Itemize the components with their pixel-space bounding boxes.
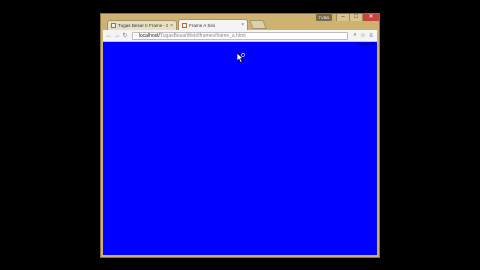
page-favicon-icon <box>111 23 116 28</box>
page-favicon-icon <box>182 22 187 28</box>
page-viewport[interactable]: Frame A <box>103 42 377 255</box>
url-path: TugasBesarWeb/Iframes/frame_a.html <box>159 32 246 39</box>
browser-toolbar: ← → ↻ ▫ localhost/ TugasBesarWeb/Iframes… <box>103 30 377 42</box>
mouse-cursor-icon <box>237 53 245 63</box>
url-host: localhost/ <box>138 32 160 39</box>
tab-title: Tugas Besar II Frame - Di <box>118 23 169 28</box>
address-bar[interactable]: ▫ localhost/ TugasBesarWeb/Iframes/frame… <box>132 31 348 40</box>
tab-close-icon[interactable]: × <box>170 23 173 29</box>
tab-tugas-besar[interactable]: Tugas Besar II Frame - Di × <box>107 20 177 30</box>
reload-button[interactable]: ↻ <box>121 32 129 39</box>
bookmark-star-icon[interactable]: ☆ <box>359 32 367 39</box>
search-icon[interactable]: ⌕ <box>351 32 359 39</box>
tab-close-icon[interactable]: × <box>241 22 244 28</box>
page-corner-text: Frame A <box>357 43 374 47</box>
back-button[interactable]: ← <box>105 33 113 39</box>
browser-window: TVBB – □ ✕ Tugas Besar II Frame - Di × F… <box>100 13 380 258</box>
tab-strip: Tugas Besar II Frame - Di × Frame A Sini… <box>107 18 267 30</box>
profile-badge[interactable]: TVBB <box>315 14 332 21</box>
maximize-button[interactable]: □ <box>349 14 362 21</box>
forward-button[interactable]: → <box>113 33 121 39</box>
tab-title: Frame A Sini <box>189 22 216 28</box>
window-controls: TVBB – □ ✕ <box>315 14 379 22</box>
new-tab-button[interactable] <box>249 20 267 29</box>
page-info-icon[interactable]: ▫ <box>135 33 137 39</box>
close-window-button[interactable]: ✕ <box>362 14 379 21</box>
minimize-button[interactable]: – <box>336 14 349 21</box>
tab-frame-a[interactable]: Frame A Sini × <box>178 19 248 30</box>
menu-icon[interactable]: ≡ <box>367 33 375 39</box>
